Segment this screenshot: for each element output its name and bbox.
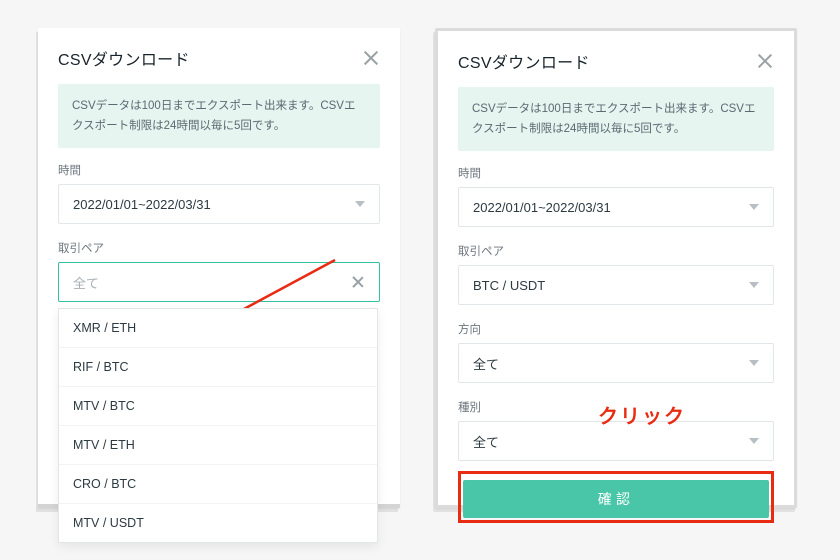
chevron-down-icon xyxy=(749,438,759,444)
direction-label: 方向 xyxy=(458,321,774,337)
type-label: 種別 xyxy=(458,399,774,415)
info-banner: CSVデータは100日までエクスポート出来ます。CSVエクスポート制限は24時間… xyxy=(458,87,774,151)
pair-label: 取引ペア xyxy=(458,243,774,259)
modal-title: CSVダウンロード xyxy=(458,49,590,73)
direction-select[interactable]: 全て xyxy=(458,343,774,383)
chevron-down-icon xyxy=(355,201,365,207)
chevron-down-icon xyxy=(749,360,759,366)
pair-option[interactable]: CRO / BTC xyxy=(59,465,377,504)
pair-label: 取引ペア xyxy=(58,240,380,256)
modal-header: CSVダウンロード xyxy=(458,49,774,73)
pair-option[interactable]: RIF / BTC xyxy=(59,348,377,387)
pair-dropdown: XMR / ETH RIF / BTC MTV / BTC MTV / ETH … xyxy=(58,308,378,543)
pair-placeholder: 全て xyxy=(73,273,99,292)
chevron-down-icon xyxy=(749,204,759,210)
time-select[interactable]: 2022/01/01~2022/03/31 xyxy=(458,187,774,227)
close-icon[interactable] xyxy=(362,49,380,67)
pair-value: BTC / USDT xyxy=(473,278,545,293)
clear-icon[interactable] xyxy=(351,275,365,289)
pair-option[interactable]: MTV / BTC xyxy=(59,387,377,426)
pair-select[interactable]: 全て xyxy=(58,262,380,302)
time-select[interactable]: 2022/01/01~2022/03/31 xyxy=(58,184,380,224)
time-value: 2022/01/01~2022/03/31 xyxy=(473,200,611,215)
pair-select[interactable]: BTC / USDT xyxy=(458,265,774,305)
csv-download-modal-left: CSVダウンロード CSVデータは100日までエクスポート出来ます。CSVエクス… xyxy=(38,28,400,508)
type-select[interactable]: 全て xyxy=(458,421,774,461)
direction-value: 全て xyxy=(473,354,499,373)
confirm-button[interactable]: 確認 xyxy=(463,480,769,518)
info-banner: CSVデータは100日までエクスポート出来ます。CSVエクスポート制限は24時間… xyxy=(58,84,380,148)
time-label: 時間 xyxy=(458,165,774,181)
pair-option[interactable]: MTV / ETH xyxy=(59,426,377,465)
csv-download-modal-right: CSVダウンロード CSVデータは100日までエクスポート出来ます。CSVエクス… xyxy=(435,28,797,508)
modal-header: CSVダウンロード xyxy=(58,46,380,70)
modal-title: CSVダウンロード xyxy=(58,46,190,70)
pair-option[interactable]: XMR / ETH xyxy=(59,309,377,348)
time-label: 時間 xyxy=(58,162,380,178)
chevron-down-icon xyxy=(749,282,759,288)
confirm-highlight-box: 確認 xyxy=(458,471,774,523)
close-icon[interactable] xyxy=(756,52,774,70)
time-value: 2022/01/01~2022/03/31 xyxy=(73,197,211,212)
type-value: 全て xyxy=(473,432,499,451)
pair-option[interactable]: MTV / USDT xyxy=(59,504,377,542)
